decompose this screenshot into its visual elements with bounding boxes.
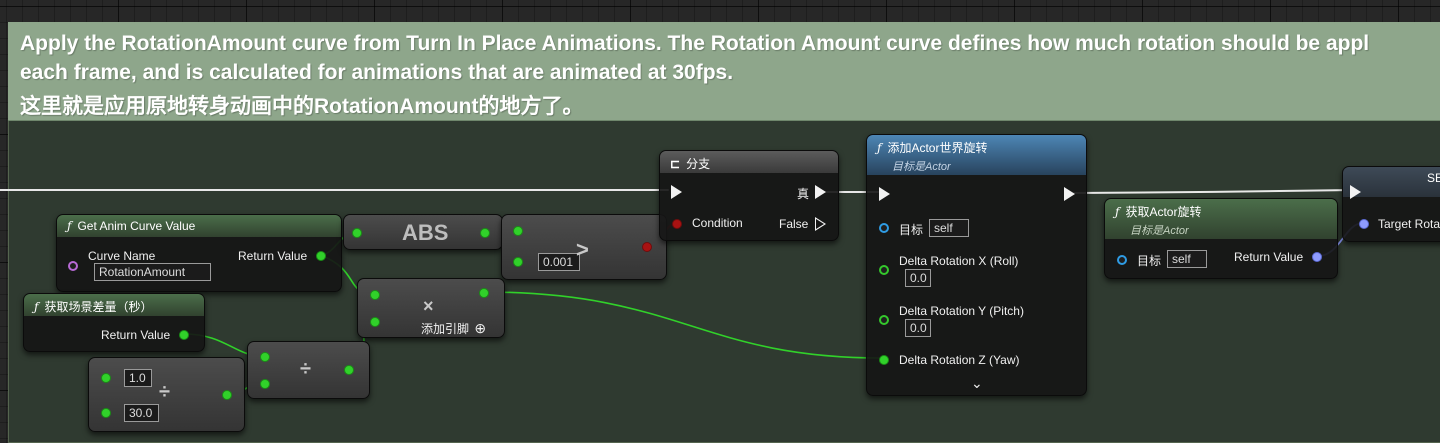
node-subtitle: 目标是Actor: [1130, 225, 1189, 237]
exec-out-pin[interactable]: [1064, 187, 1075, 201]
add-pin-icon: ⊕: [474, 320, 487, 336]
node-header: ƒ 获取Actor旋转 目标是Actor: [1105, 199, 1337, 239]
node-title: 获取Actor旋转: [1125, 205, 1202, 219]
greater-node[interactable]: 0.001 >: [501, 214, 667, 280]
condition-label: Condition: [692, 216, 743, 230]
get-actor-rotation-node[interactable]: ƒ 获取Actor旋转 目标是Actor 目标 self Return Value: [1104, 198, 1338, 279]
curve-name-label: Curve Name: [88, 249, 156, 263]
roll-label: Delta Rotation X (Roll): [899, 254, 1019, 268]
expand-button[interactable]: ⌄: [971, 375, 983, 392]
divide-b-input[interactable]: 30.0: [124, 404, 159, 422]
divide-output-pin[interactable]: [344, 365, 354, 375]
false-label: False: [779, 217, 809, 231]
node-header: ƒ 获取场景差量（秒）: [24, 294, 204, 316]
node-subtitle: 目标是Actor: [892, 161, 951, 173]
function-icon: ƒ: [67, 219, 72, 233]
abs-node[interactable]: ABS: [343, 214, 503, 250]
node-title: Get Anim Curve Value: [77, 219, 196, 233]
exec-wire-add-to-set: [1073, 189, 1356, 194]
get-anim-curve-value-node[interactable]: ƒ Get Anim Curve Value Curve Name Rotatio…: [56, 214, 342, 292]
multiply-output-pin[interactable]: [479, 288, 489, 298]
function-icon: ƒ: [877, 141, 882, 155]
divide-constant-node[interactable]: 1.0 30.0 ÷: [88, 357, 245, 432]
node-title: SE: [1427, 171, 1440, 185]
greater-b-input[interactable]: 0.001: [538, 253, 580, 271]
target-pin[interactable]: [879, 223, 889, 233]
divide-operator: ÷: [300, 358, 311, 380]
exec-in-pin[interactable]: [1350, 185, 1361, 199]
divide-output-pin[interactable]: [222, 390, 232, 400]
function-icon: ƒ: [1115, 205, 1120, 219]
target-rotation-pin[interactable]: [1359, 219, 1369, 229]
target-pin[interactable]: [1117, 255, 1127, 265]
node-header: ⊏ 分支: [660, 151, 838, 173]
return-value-label: Return Value: [1234, 250, 1304, 264]
add-pin-button[interactable]: 添加引脚 ⊕: [421, 320, 486, 337]
false-exec-out-pin[interactable]: [815, 217, 826, 231]
multiply-operator: ×: [423, 296, 434, 316]
multiply-input-b-pin[interactable]: [370, 317, 380, 327]
wire-mul-to-yaw: [483, 291, 883, 359]
curve-name-pin[interactable]: [68, 261, 78, 271]
divide-input-a-pin[interactable]: [260, 352, 270, 362]
abs-input-pin[interactable]: [352, 228, 362, 238]
curve-name-input[interactable]: RotationAmount: [94, 263, 211, 281]
target-input[interactable]: self: [1167, 250, 1207, 268]
greater-input-b-pin[interactable]: [513, 257, 523, 267]
greater-output-pin[interactable]: [642, 242, 652, 252]
return-value-pin[interactable]: [179, 330, 189, 340]
add-pin-label: 添加引脚: [421, 322, 470, 336]
node-title: 分支: [686, 157, 711, 171]
pitch-pin[interactable]: [879, 315, 889, 325]
greater-input-a-pin[interactable]: [513, 226, 523, 236]
return-value-label: Return Value: [238, 249, 308, 263]
return-value-label: Return Value: [101, 328, 171, 342]
true-label: 真: [797, 187, 810, 201]
greater-operator: >: [576, 237, 589, 262]
divide-input-b-pin[interactable]: [260, 379, 270, 389]
add-actor-world-rotation-node[interactable]: ƒ 添加Actor世界旋转 目标是Actor 目标 self Delta Rota…: [866, 134, 1087, 396]
yaw-label: Delta Rotation Z (Yaw): [899, 353, 1020, 367]
condition-pin[interactable]: [672, 219, 682, 229]
divide-node[interactable]: ÷: [247, 341, 370, 399]
pitch-input[interactable]: 0.0: [905, 319, 931, 337]
divide-a-pin[interactable]: [101, 373, 111, 383]
divide-a-input[interactable]: 1.0: [124, 369, 152, 387]
yaw-pin[interactable]: [879, 355, 889, 365]
target-label: 目标: [899, 223, 924, 237]
branch-icon: ⊏: [670, 157, 681, 171]
target-label: 目标: [1137, 254, 1162, 268]
target-input[interactable]: self: [929, 219, 969, 237]
target-rotation-label: Target Rota: [1378, 217, 1440, 231]
divide-operator: ÷: [159, 381, 170, 403]
function-icon: ƒ: [34, 300, 39, 314]
divide-b-pin[interactable]: [101, 408, 111, 418]
node-title: 添加Actor世界旋转: [887, 141, 988, 155]
abs-output-pin[interactable]: [480, 228, 490, 238]
node-title: 获取场景差量（秒）: [44, 300, 153, 314]
return-value-pin[interactable]: [1312, 252, 1322, 262]
multiply-node[interactable]: × 添加引脚 ⊕: [357, 278, 505, 338]
branch-node[interactable]: ⊏ 分支 真 Condition False: [659, 150, 839, 241]
multiply-input-a-pin[interactable]: [370, 290, 380, 300]
roll-input[interactable]: 0.0: [905, 269, 931, 287]
node-header: ƒ Get Anim Curve Value: [57, 215, 341, 237]
roll-pin[interactable]: [879, 265, 889, 275]
return-value-pin[interactable]: [316, 251, 326, 261]
node-header: ƒ 添加Actor世界旋转 目标是Actor: [867, 135, 1086, 175]
set-actor-rotation-node[interactable]: SE Target Rota: [1342, 166, 1440, 242]
branch-exec-in-pin[interactable]: [671, 185, 682, 199]
pitch-label: Delta Rotation Y (Pitch): [899, 304, 1024, 318]
true-exec-out-pin[interactable]: [815, 185, 826, 199]
get-world-delta-seconds-node[interactable]: ƒ 获取场景差量（秒） Return Value: [23, 293, 205, 352]
exec-in-pin[interactable]: [879, 187, 890, 201]
abs-label: ABS: [402, 220, 449, 245]
